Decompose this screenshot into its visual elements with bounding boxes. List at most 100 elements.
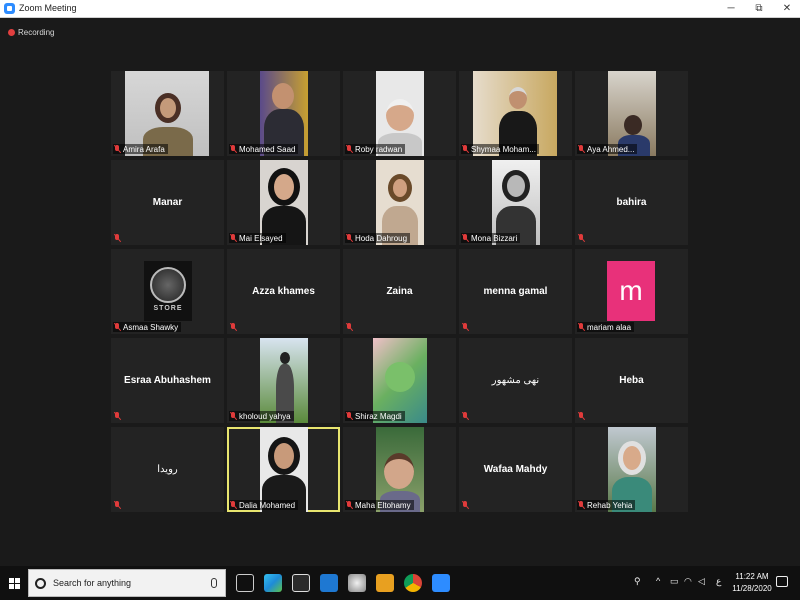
participant-tile-active-speaker[interactable]: Dalia Mohamed	[227, 427, 340, 512]
zoom-taskbar-icon[interactable]	[432, 574, 450, 592]
file-explorer-icon[interactable]	[376, 574, 394, 592]
participant-tile[interactable]: رويدا	[111, 427, 224, 512]
muted-mic-icon	[346, 234, 353, 242]
participant-tile[interactable]: Roby radwan	[343, 71, 456, 156]
participant-display-name: Heba	[619, 375, 644, 386]
muted-mic-icon	[114, 501, 121, 509]
close-button[interactable]: ✕	[772, 0, 800, 18]
participant-name: Rehab Yehia	[587, 500, 633, 510]
wifi-icon[interactable]: ◠	[684, 576, 692, 587]
muted-mic-icon	[114, 234, 121, 242]
participant-display-name: Wafaa Mahdy	[483, 464, 548, 475]
participant-tile[interactable]: Rehab Yehia	[575, 427, 688, 512]
participant-name: Roby radwan	[355, 144, 403, 154]
battery-icon[interactable]: ▭	[670, 576, 679, 587]
muted-mic-icon	[462, 323, 469, 331]
volume-icon[interactable]: ◁	[698, 576, 705, 587]
edge-browser-icon[interactable]	[264, 574, 282, 592]
app-icon[interactable]	[348, 574, 366, 592]
participant-tile[interactable]: Hoda Dahroug	[343, 160, 456, 245]
muted-mic-icon	[578, 145, 585, 153]
chrome-icon[interactable]	[404, 574, 422, 592]
meeting-area: Recording Amira Arafa Mohamed Saad Roby …	[0, 18, 800, 566]
participant-tile[interactable]: Mai Elsayed	[227, 160, 340, 245]
participant-tile[interactable]: Shymaa Moham...	[459, 71, 572, 156]
participant-tile[interactable]: bahira	[575, 160, 688, 245]
muted-mic-icon	[462, 234, 469, 242]
minimize-button[interactable]: ─	[716, 0, 746, 18]
recording-indicator[interactable]: Recording	[8, 28, 54, 37]
participant-tile[interactable]: Mona Bizzari	[459, 160, 572, 245]
muted-mic-icon	[346, 323, 353, 331]
muted-mic-icon	[462, 501, 469, 509]
participant-tile[interactable]: Manar	[111, 160, 224, 245]
task-view-icon[interactable]	[236, 574, 254, 592]
notification-center-icon[interactable]	[776, 576, 788, 587]
participant-tile[interactable]: kholoud yahya	[227, 338, 340, 423]
participant-name: Shymaa Moham...	[471, 144, 536, 154]
search-placeholder: Search for anything	[53, 578, 132, 588]
participant-tile[interactable]: Amira Arafa	[111, 71, 224, 156]
participant-display-name: Azza khames	[252, 286, 315, 297]
start-button[interactable]	[0, 566, 28, 600]
people-icon[interactable]: ⚲	[634, 576, 641, 587]
muted-mic-icon	[578, 501, 585, 509]
muted-mic-icon	[346, 412, 353, 420]
participant-tile[interactable]: menna gamal	[459, 249, 572, 334]
participant-tile[interactable]: Zaina	[343, 249, 456, 334]
participant-tile[interactable]: نهى مشهور	[459, 338, 572, 423]
window-title: Zoom Meeting	[19, 3, 77, 13]
muted-mic-icon	[230, 501, 237, 509]
language-indicator[interactable]: ع	[716, 576, 721, 587]
participant-tile[interactable]: Mohamed Saad	[227, 71, 340, 156]
participant-name: Mai Elsayed	[239, 233, 283, 243]
participant-tile[interactable]: m mariam alaa	[575, 249, 688, 334]
participant-tile[interactable]: STORE Asmaa Shawky	[111, 249, 224, 334]
participant-tile[interactable]: Aya Ahmed...	[575, 71, 688, 156]
muted-mic-icon	[230, 145, 237, 153]
windows-taskbar: Search for anything ⚲ ^ ▭ ◠ ◁ ع 11:22 AM…	[0, 566, 800, 600]
participant-name: Maha Eltohamy	[355, 500, 411, 510]
participant-display-name: Zaina	[386, 286, 413, 297]
muted-mic-icon	[230, 234, 237, 242]
title-bar: Zoom Meeting ─ ⧉ ✕	[0, 0, 800, 18]
profile-avatar: m	[607, 261, 655, 321]
participant-name: Asmaa Shawky	[123, 322, 179, 332]
system-clock[interactable]: 11:22 AM 11/28/2020	[730, 571, 774, 595]
participant-tile[interactable]: Shiraz Magdi	[343, 338, 456, 423]
participant-tile[interactable]: Esraa Abuhashem	[111, 338, 224, 423]
participant-name: kholoud yahya	[239, 411, 291, 421]
participant-display-name: Manar	[152, 197, 183, 208]
participant-name: Amira Arafa	[123, 144, 165, 154]
restore-button[interactable]: ⧉	[744, 0, 774, 18]
participant-name: mariam alaa	[587, 322, 632, 332]
taskbar-search-box[interactable]: Search for anything	[28, 569, 226, 597]
participant-display-name: menna gamal	[483, 286, 548, 297]
muted-mic-icon	[114, 145, 121, 153]
participant-name: Mohamed Saad	[239, 144, 296, 154]
clock-time: 11:22 AM	[735, 572, 769, 581]
profile-picture-logo: STORE	[144, 261, 192, 321]
clock-date: 11/28/2020	[732, 584, 772, 593]
participant-display-name: bahira	[616, 197, 647, 208]
muted-mic-icon	[462, 145, 469, 153]
participant-display-name: رويدا	[157, 464, 178, 475]
participant-tile[interactable]: Maha Eltohamy	[343, 427, 456, 512]
participant-display-name: نهى مشهور	[491, 375, 540, 386]
gallery-grid: Amira Arafa Mohamed Saad Roby radwan Shy…	[111, 71, 689, 514]
participant-tile[interactable]: Wafaa Mahdy	[459, 427, 572, 512]
microphone-icon[interactable]	[211, 578, 217, 588]
muted-mic-icon	[346, 145, 353, 153]
store-icon[interactable]	[292, 574, 310, 592]
participant-tile[interactable]: Heba	[575, 338, 688, 423]
chevron-up-icon[interactable]: ^	[656, 576, 660, 586]
recording-icon	[8, 29, 15, 36]
muted-mic-icon	[230, 412, 237, 420]
mail-icon[interactable]	[320, 574, 338, 592]
muted-mic-icon	[114, 323, 121, 331]
muted-mic-icon	[346, 501, 353, 509]
participant-name: Hoda Dahroug	[355, 233, 408, 243]
participant-tile[interactable]: Azza khames	[227, 249, 340, 334]
muted-mic-icon	[462, 412, 469, 420]
muted-mic-icon	[578, 234, 585, 242]
